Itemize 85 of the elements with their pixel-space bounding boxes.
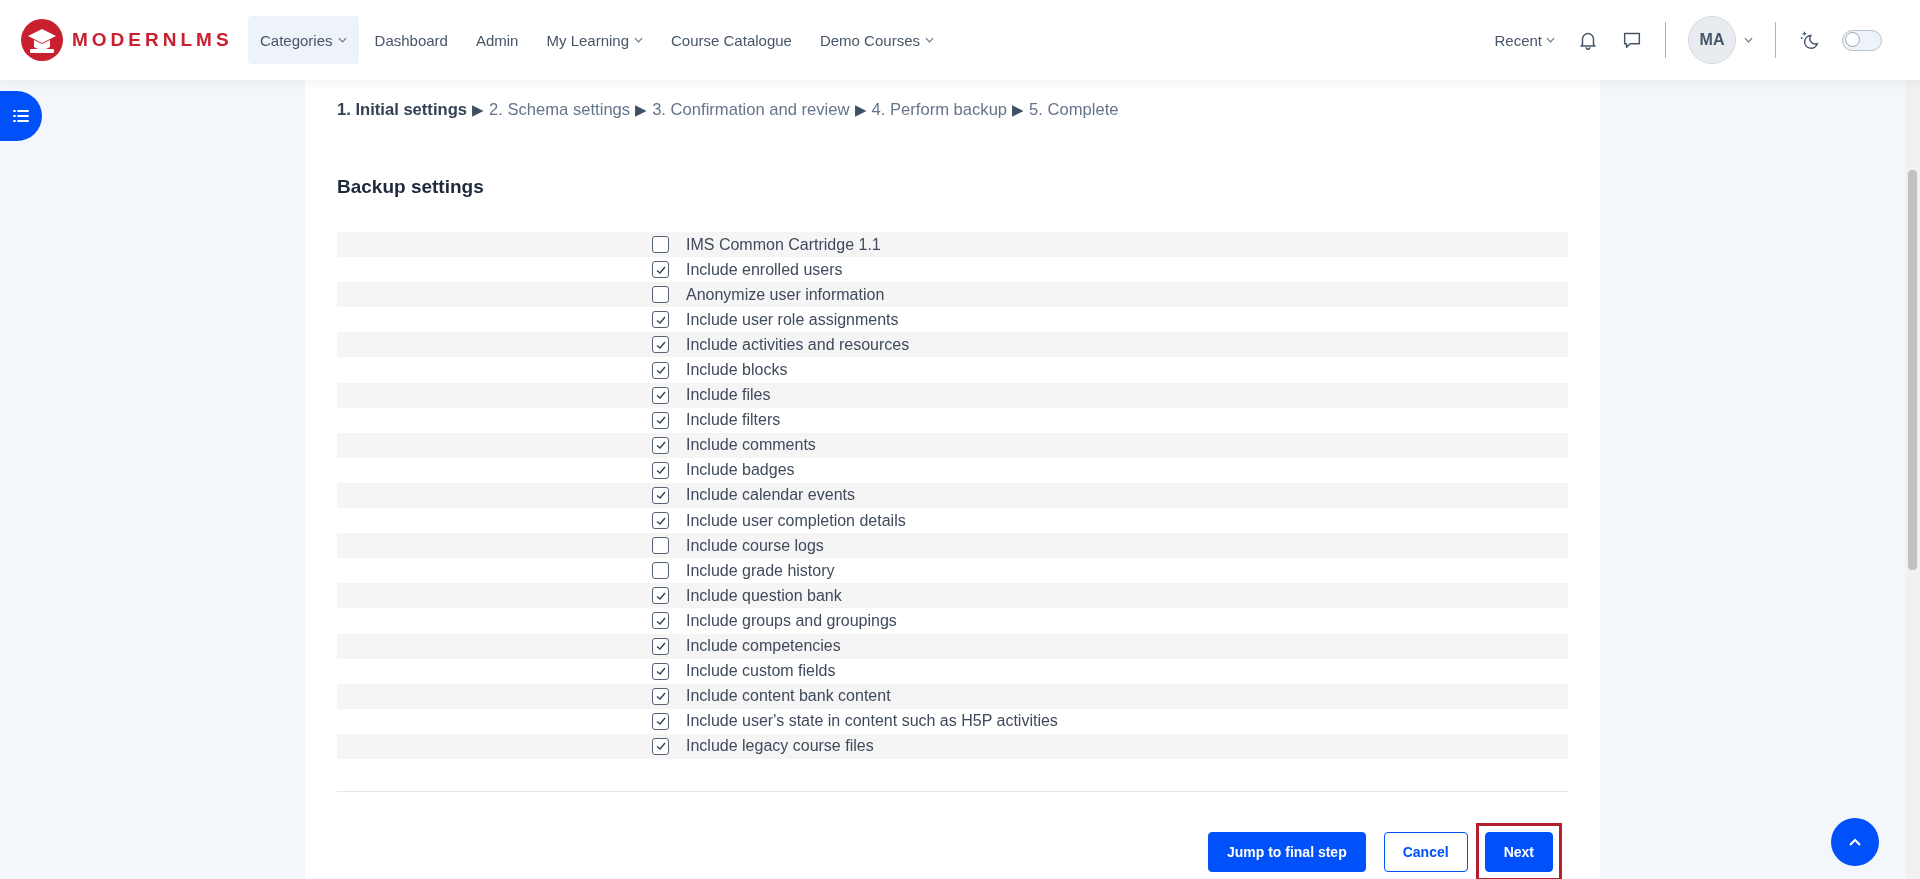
step-label: 2. Schema settings: [489, 100, 631, 120]
checkbox[interactable]: [652, 637, 669, 655]
scrollbar[interactable]: [1905, 80, 1920, 879]
user-avatar[interactable]: MA: [1688, 16, 1736, 64]
checkbox-label: Include files: [686, 386, 771, 405]
nav-link[interactable]: Demo Courses: [807, 16, 946, 64]
checkbox-label: Include calendar events: [686, 486, 855, 505]
logo-text: MODERNLMS: [72, 29, 233, 51]
checkbox-label: Include question bank: [686, 586, 842, 605]
checkbox[interactable]: [652, 386, 669, 404]
checkbox[interactable]: [652, 537, 669, 555]
dark-mode-toggle[interactable]: [1842, 29, 1882, 51]
checkbox[interactable]: [652, 461, 669, 479]
drawer-toggle-button[interactable]: [0, 91, 42, 141]
checkbox-label: Include custom fields: [686, 662, 836, 681]
action-button[interactable]: Next: [1484, 831, 1553, 872]
checkbox[interactable]: [652, 687, 669, 705]
checkbox-label: Include badges: [686, 461, 795, 480]
check-icon: [654, 715, 667, 728]
check-icon: [654, 464, 667, 477]
graduation-cap-logo-icon: [20, 18, 64, 62]
step-separator: ▶: [1012, 101, 1025, 119]
checkbox[interactable]: [652, 261, 669, 279]
checkbox-label: Include activities and resources: [686, 335, 910, 354]
check-icon: [654, 489, 667, 502]
checkbox[interactable]: [652, 311, 669, 329]
checkbox[interactable]: [652, 236, 669, 254]
checkbox[interactable]: [652, 286, 669, 304]
logo[interactable]: MODERNLMS: [20, 18, 248, 62]
checkbox-label: Include blocks: [686, 361, 788, 379]
check-icon: [654, 439, 667, 452]
nav-link[interactable]: Categories: [248, 16, 359, 64]
action-button[interactable]: Cancel: [1383, 831, 1468, 872]
check-icon: [654, 665, 667, 678]
back-to-top-button[interactable]: [1831, 818, 1879, 866]
checkbox-label: Include content bank content: [686, 687, 891, 706]
check-icon: [654, 414, 667, 427]
checkbox-label: Include groups and groupings: [686, 611, 897, 630]
nav-link[interactable]: Course Catalogue: [659, 16, 804, 64]
step-separator: ▶: [472, 101, 484, 119]
check-icon: [654, 389, 667, 402]
recent-menu[interactable]: Recent: [1494, 31, 1555, 49]
checkbox[interactable]: [652, 612, 669, 630]
checkbox-label: Include enrolled users: [686, 260, 843, 279]
nav-link[interactable]: Dashboard: [362, 16, 460, 64]
checkbox[interactable]: [652, 336, 669, 354]
checkbox-label: Include user's state in content such as H5P activities: [686, 712, 1058, 731]
step-separator: ▶: [635, 101, 648, 119]
checkbox[interactable]: [652, 512, 669, 530]
check-icon: [654, 740, 667, 753]
step-separator: ▶: [854, 101, 867, 119]
checkbox-label: Include legacy course files: [686, 737, 874, 756]
checkbox-label: Include user completion details: [686, 511, 906, 530]
checkbox[interactable]: [652, 712, 669, 730]
checkbox[interactable]: [652, 587, 669, 605]
checkbox[interactable]: [652, 436, 669, 454]
checkbox-label: Include user role assignments: [686, 310, 899, 329]
check-icon: [654, 640, 667, 653]
step-label: 1. Initial settings: [337, 100, 467, 120]
nav-link[interactable]: Admin: [463, 16, 531, 64]
checkbox[interactable]: [652, 411, 669, 429]
check-icon: [654, 364, 667, 376]
step-label: 3. Confirmation and review: [652, 100, 850, 120]
action-button[interactable]: Jump to final step: [1207, 831, 1366, 872]
checkbox[interactable]: [652, 662, 669, 680]
checkbox-label: Include course logs: [686, 536, 824, 555]
check-icon: [654, 690, 667, 703]
checkbox-label: Anonymize user information: [686, 285, 885, 304]
section-heading: Backup settings: [337, 176, 485, 198]
checkbox-label: Include competencies: [686, 637, 841, 656]
checkbox[interactable]: [652, 487, 669, 504]
checkbox-label: Include filters: [686, 411, 781, 430]
checkbox-label: Include grade history: [686, 561, 835, 580]
nav-link[interactable]: My Learning: [534, 16, 655, 64]
step-label: 5. Complete: [1029, 100, 1119, 120]
checkbox-label: IMS Common Cartridge 1.1: [686, 235, 881, 254]
checkbox[interactable]: [652, 562, 669, 580]
step-label: 4. Perform backup: [871, 100, 1008, 120]
checkbox-label: Include comments: [686, 436, 816, 455]
moon-stars-icon: [1798, 29, 1820, 51]
checkbox[interactable]: [652, 361, 669, 379]
chevron-up-icon: [1849, 838, 1861, 846]
caret-icon: [1546, 37, 1555, 43]
caret-icon[interactable]: [1744, 37, 1753, 43]
checkbox[interactable]: [652, 737, 669, 755]
